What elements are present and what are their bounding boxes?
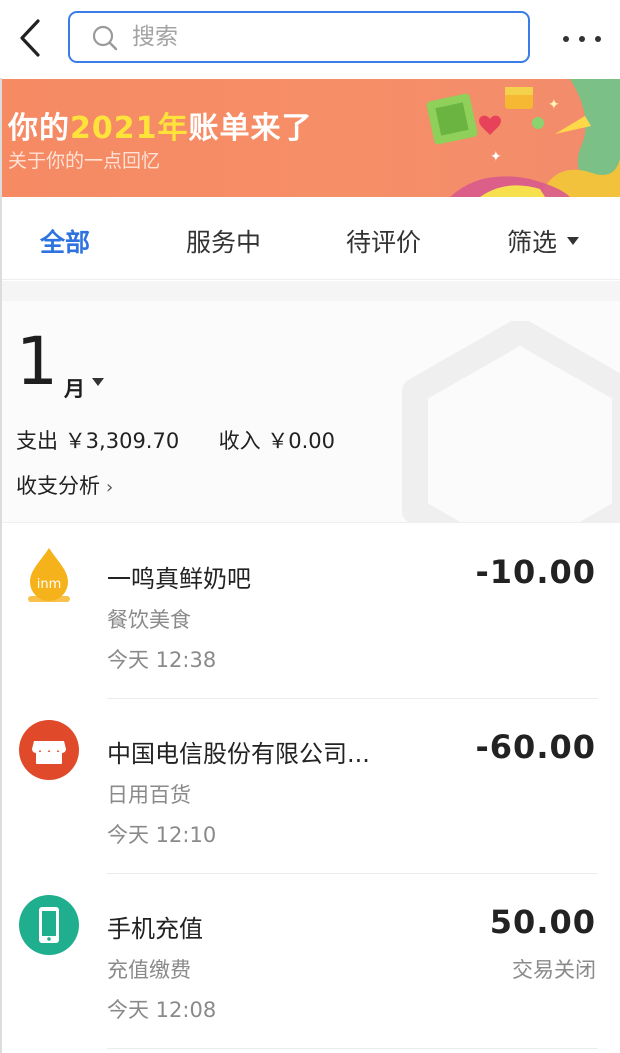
banner-title: 你的2021年账单来了 xyxy=(8,103,313,147)
expense-label: 支出 xyxy=(16,429,58,453)
transaction-merchant: 一鸣真鲜奶吧 xyxy=(107,565,251,593)
transaction-amount: 50.00 xyxy=(489,903,596,941)
month-totals: 支出 ￥3,309.70 收入 ￥0.00 xyxy=(16,425,335,455)
annual-bill-banner[interactable]: 你的2021年账单来了 关于你的一点回忆 ✦ ✦ xyxy=(0,79,620,197)
divider xyxy=(107,1048,598,1049)
transaction-time: 今天 12:10 xyxy=(107,823,217,847)
month-label[interactable]: 月 xyxy=(64,373,85,403)
tab-all[interactable]: 全部 xyxy=(40,223,90,259)
chevron-left-icon xyxy=(20,19,40,57)
hexagon-watermark-icon xyxy=(402,321,620,522)
income-label: 收入 xyxy=(218,429,261,453)
transaction-time: 今天 12:38 xyxy=(107,648,217,672)
transaction-category: 日用百货 xyxy=(107,783,191,807)
banner-title-prefix: 你的 xyxy=(8,111,70,146)
top-bar xyxy=(0,0,620,78)
banner-title-highlight: 2021年 xyxy=(70,111,189,146)
income-value: ￥0.00 xyxy=(267,429,336,453)
tab-filter[interactable]: 筛选 xyxy=(507,223,580,259)
month-dropdown-icon[interactable] xyxy=(92,378,104,386)
chevron-right-icon: › xyxy=(106,477,114,498)
banner-title-suffix: 账单来了 xyxy=(188,111,313,146)
month-summary: 1 月 支出 ￥3,309.70 收入 ￥0.00 收支分析 › xyxy=(0,301,620,523)
transaction-amount: -60.00 xyxy=(475,728,596,766)
search-icon xyxy=(92,25,118,51)
svg-text:✦: ✦ xyxy=(548,97,560,113)
search-box[interactable] xyxy=(68,11,530,63)
tab-pending-review[interactable]: 待评价 xyxy=(346,223,421,259)
expense-value: ￥3,309.70 xyxy=(64,429,180,453)
transaction-category: 充值缴费 xyxy=(107,958,191,982)
analysis-label: 收支分析 xyxy=(16,474,100,498)
banner-subtitle: 关于你的一点回忆 xyxy=(8,150,161,172)
svg-text:✦: ✦ xyxy=(490,149,502,165)
store-icon xyxy=(19,720,79,780)
caret-down-icon xyxy=(567,237,580,245)
tab-in-service[interactable]: 服务中 xyxy=(186,223,261,259)
dot-icon xyxy=(579,36,585,42)
transaction-row[interactable]: 中国电信股份有限公司... 日用百货 今天 12:10 -60.00 xyxy=(0,699,620,874)
mobile-phone-icon xyxy=(19,895,79,955)
transaction-merchant: 手机充值 xyxy=(107,915,203,943)
search-input[interactable] xyxy=(132,13,512,61)
dot-icon xyxy=(595,36,601,42)
more-options-button[interactable] xyxy=(558,24,606,54)
milk-logo-text: inm xyxy=(37,577,62,592)
transaction-row[interactable]: 手机充值 充值缴费 今天 12:08 50.00 交易关闭 xyxy=(0,874,620,1049)
filter-tabs: 全部 服务中 待评价 筛选 xyxy=(0,197,620,280)
transaction-category: 餐饮美食 xyxy=(107,608,191,632)
month-number[interactable]: 1 xyxy=(16,329,58,395)
section-gap xyxy=(0,281,620,301)
milk-bar-logo-icon: inm xyxy=(28,548,70,602)
transaction-amount: -10.00 xyxy=(475,553,596,591)
banner-illustration: ✦ ✦ xyxy=(426,79,620,197)
transaction-row[interactable]: inm 一鸣真鲜奶吧 餐饮美食 今天 12:38 -10.00 xyxy=(0,524,620,699)
dot-icon xyxy=(563,36,569,42)
back-button[interactable] xyxy=(12,16,48,60)
transaction-status: 交易关闭 xyxy=(512,958,596,982)
left-edge-border xyxy=(0,78,2,1053)
income-expense-analysis-link[interactable]: 收支分析 › xyxy=(16,470,113,500)
transaction-time: 今天 12:08 xyxy=(107,998,217,1022)
transaction-merchant: 中国电信股份有限公司... xyxy=(107,740,370,768)
tab-filter-label: 筛选 xyxy=(507,228,558,257)
